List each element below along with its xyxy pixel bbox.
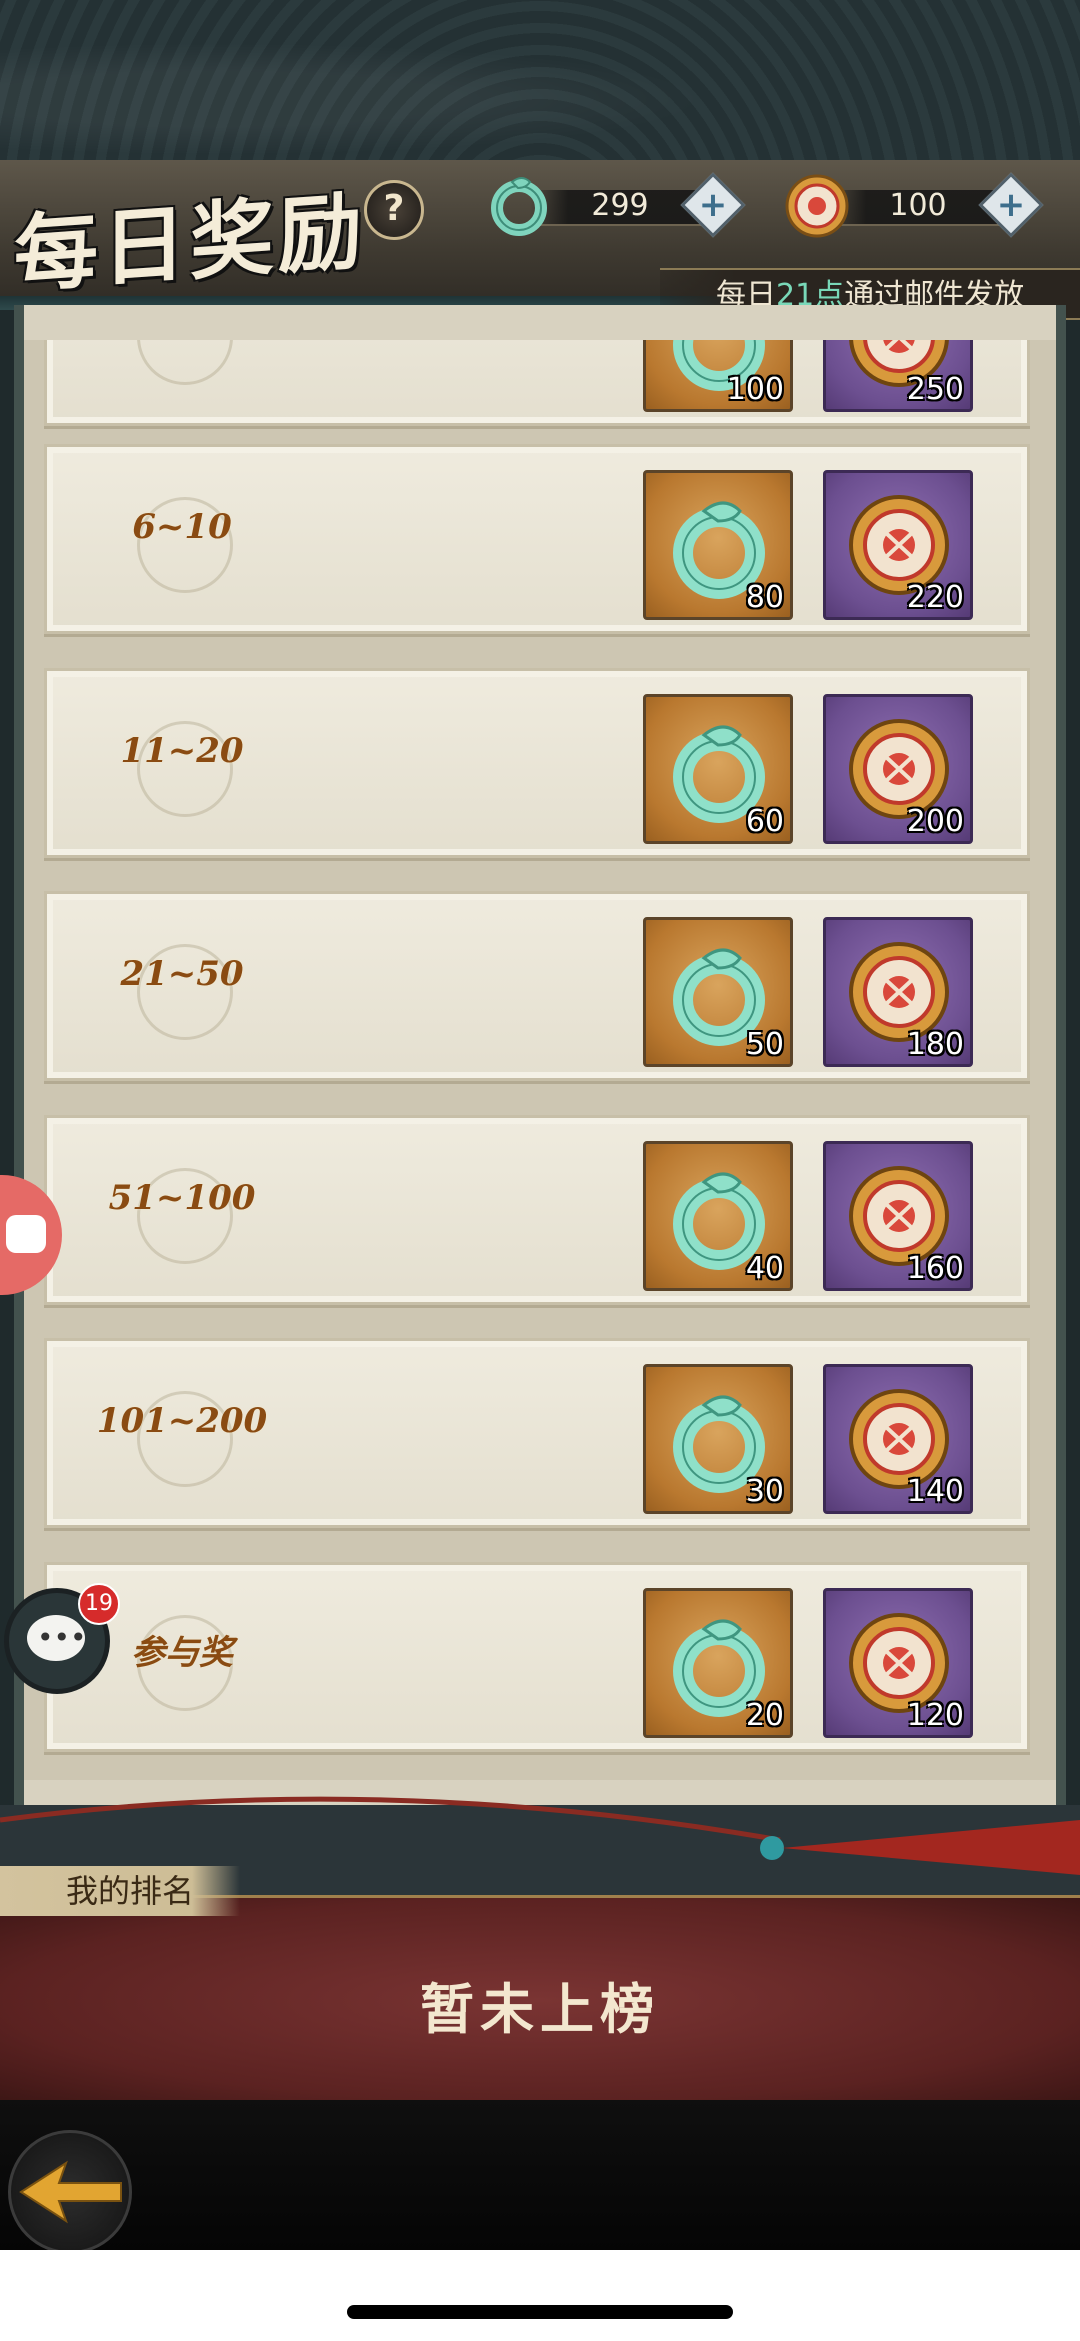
- jade-reward-tile[interactable]: 60: [643, 694, 793, 844]
- home-indicator[interactable]: [347, 2305, 733, 2319]
- coin-reward-qty: 200: [906, 804, 964, 839]
- coin-reward-qty: 220: [906, 580, 964, 615]
- back-arrow-icon: [19, 2160, 122, 2224]
- jade-reward-qty: 100: [726, 372, 784, 407]
- reward-row: 6~10 80 220: [44, 444, 1030, 634]
- jade-reward-tile[interactable]: 80: [643, 470, 793, 620]
- coin-reward-qty: 140: [906, 1474, 964, 1509]
- jade-reward-qty: 30: [745, 1474, 784, 1509]
- jade-reward-tile[interactable]: 30: [643, 1364, 793, 1514]
- chat-unread-badge: 19: [78, 1583, 120, 1625]
- top-decorative-band: [0, 0, 1080, 165]
- reward-row: 51~100 40 160: [44, 1115, 1030, 1305]
- coin-reward-tile[interactable]: 250: [823, 340, 973, 412]
- coin-reward-tile[interactable]: 160: [823, 1141, 973, 1291]
- back-button[interactable]: [8, 2130, 132, 2254]
- rank-range: 101~200: [96, 1401, 268, 1441]
- gamepad-icon: [6, 1215, 46, 1253]
- coin-reward-tile[interactable]: 200: [823, 694, 973, 844]
- coin-reward-tile[interactable]: 120: [823, 1588, 973, 1738]
- jade-reward-qty: 50: [745, 1027, 784, 1062]
- rank-range: 21~50: [120, 954, 244, 994]
- jade-reward-tile[interactable]: 20: [643, 1588, 793, 1738]
- coin-reward-tile[interactable]: 180: [823, 917, 973, 1067]
- reward-row: 21~50 50 180: [44, 891, 1030, 1081]
- rank-range: 51~100: [108, 1178, 256, 1218]
- reward-row: 11~20 60 200: [44, 668, 1030, 858]
- coin-reward-tile[interactable]: 220: [823, 470, 973, 620]
- system-home-area: [0, 2250, 1080, 2341]
- coin-currency: 100 +: [785, 172, 1044, 238]
- reward-row: 101~200 30 140: [44, 1338, 1030, 1528]
- jade-reward-qty: 20: [745, 1698, 784, 1733]
- jade-reward-qty: 60: [745, 804, 784, 839]
- jade-reward-tile[interactable]: 50: [643, 917, 793, 1067]
- my-rank-status: 暂未上榜: [420, 1977, 660, 2041]
- coin-amount: 100: [889, 188, 947, 223]
- reward-list[interactable]: 100 250 6~10 80 220 11~20 60 200 21~50 50 180 51~10…: [24, 340, 1056, 1780]
- footer-bar: [0, 2100, 1080, 2250]
- rank-range: 11~20: [120, 731, 244, 771]
- jade-dragon-icon: [484, 170, 554, 244]
- jade-currency: 299 +: [490, 172, 746, 238]
- coin-reward-tile[interactable]: 140: [823, 1364, 973, 1514]
- rank-range: 6~10: [132, 507, 232, 547]
- help-button[interactable]: ?: [364, 180, 424, 240]
- reward-row: 100 250: [44, 340, 1030, 426]
- plus-icon: +: [698, 185, 728, 225]
- coin-icon: [782, 170, 852, 244]
- jade-reward-qty: 80: [745, 580, 784, 615]
- tassel-decoration: [0, 1796, 1080, 1875]
- rank-emblem: [137, 340, 233, 385]
- my-rank-title: 我的排名: [0, 1866, 240, 1916]
- jade-amount: 299: [591, 188, 649, 223]
- page-title: 每日奖励: [14, 180, 367, 305]
- coin-reward-qty: 120: [906, 1698, 964, 1733]
- jade-reward-tile[interactable]: 100: [643, 340, 793, 412]
- coin-reward-qty: 160: [906, 1251, 964, 1286]
- coin-reward-qty: 250: [906, 372, 964, 407]
- jade-reward-qty: 40: [745, 1251, 784, 1286]
- jade-reward-tile[interactable]: 40: [643, 1141, 793, 1291]
- reward-row: 参与奖 20 120: [44, 1562, 1030, 1752]
- plus-icon: +: [996, 185, 1026, 225]
- coin-reward-qty: 180: [906, 1027, 964, 1062]
